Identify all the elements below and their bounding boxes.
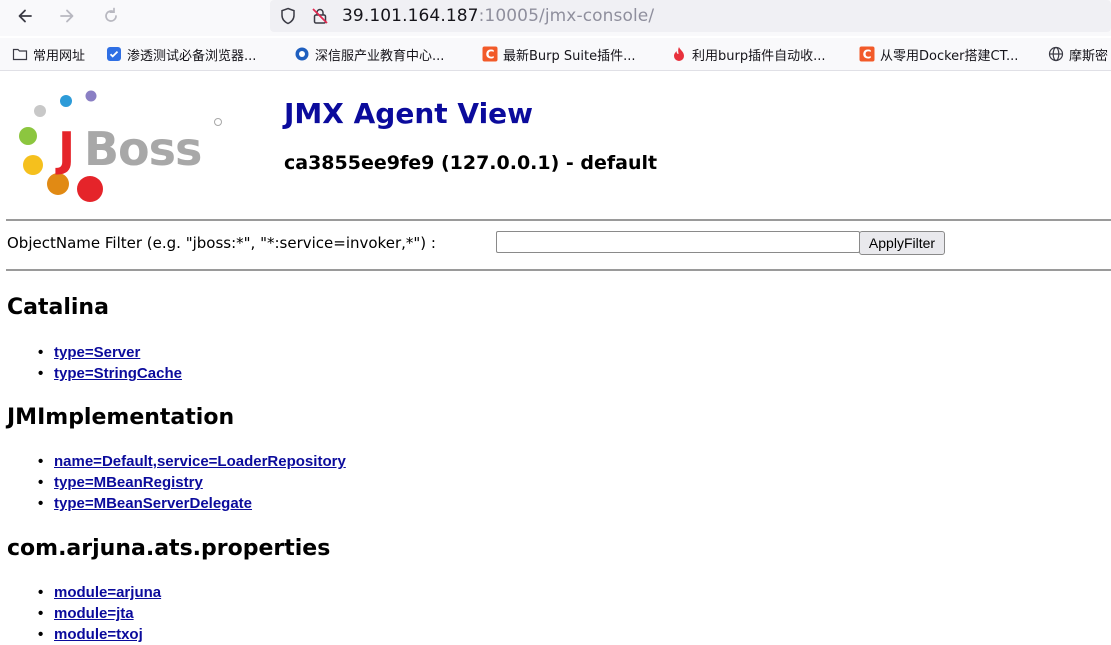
csdn-icon: C <box>482 46 498 62</box>
url-path: :10005/jmx-console/ <box>478 6 655 26</box>
jboss-logo: J Boss <box>19 90 222 202</box>
mbean-link[interactable]: module=arjuna <box>54 584 161 601</box>
insecure-lock-icon[interactable] <box>310 6 330 26</box>
page-subtitle: ca3855ee9fe9 (127.0.0.1) - default <box>284 152 658 174</box>
bookmark-burp-plugin[interactable]: C 最新Burp Suite插件... <box>482 44 652 64</box>
browser-toolbar: 39.101.164.187:10005/jmx-console/ <box>0 0 1111 36</box>
mbean-link[interactable]: type=Server <box>54 344 140 361</box>
page-title: JMX Agent View <box>284 97 534 130</box>
list-item: • type=MBeanServerDelegate <box>38 493 346 514</box>
list-item: • module=arjuna <box>38 582 161 603</box>
csdn-icon: C <box>859 46 875 62</box>
url-host: 39.101.164.187 <box>342 6 479 26</box>
bullet: • <box>38 584 44 601</box>
bullet: • <box>38 605 44 622</box>
apply-filter-button[interactable]: ApplyFilter <box>859 231 945 255</box>
bookmark-morse[interactable]: 摩斯密 <box>1048 44 1111 64</box>
svg-text:C: C <box>863 48 872 62</box>
mbean-link[interactable]: name=Default,service=LoaderRepository <box>54 453 346 470</box>
bookmark-pentest-browser[interactable]: 渗透测试必备浏览器... <box>106 44 276 64</box>
globe-icon <box>1048 46 1064 62</box>
list-item: • name=Default,service=LoaderRepository <box>38 451 346 472</box>
bookmark-sangfor-education[interactable]: 深信服产业教育中心... <box>294 44 464 64</box>
mbean-list-catalina: • type=Server • type=StringCache <box>38 342 182 384</box>
mbean-link[interactable]: type=StringCache <box>54 365 182 382</box>
objectname-filter-input[interactable] <box>496 231 860 253</box>
svg-text:Boss: Boss <box>84 122 201 176</box>
bookmarks-toolbar: 常用网址 渗透测试必备浏览器... 深信服产业教育中心... C 最新Burp … <box>0 38 1111 71</box>
folder-icon <box>12 46 28 62</box>
shield-icon[interactable] <box>278 6 298 26</box>
bullet: • <box>38 344 44 361</box>
reload-icon[interactable] <box>97 4 125 28</box>
url-bar[interactable]: 39.101.164.187:10005/jmx-console/ <box>270 0 1111 32</box>
bullet: • <box>38 626 44 643</box>
mbean-list-arjuna-properties: • module=arjuna • module=jta • module=txoj <box>38 582 161 645</box>
bookmark-label: 渗透测试必备浏览器... <box>127 48 257 64</box>
globe-icon <box>294 46 310 62</box>
domain-heading-catalina: Catalina <box>7 295 109 320</box>
divider <box>6 219 1111 221</box>
list-item: • type=Server <box>38 342 182 363</box>
mbean-link[interactable]: module=txoj <box>54 626 143 643</box>
bookmark-label: 摩斯密 <box>1069 48 1109 64</box>
mbean-link[interactable]: type=MBeanServerDelegate <box>54 495 252 512</box>
svg-text:C: C <box>486 48 495 62</box>
bullet: • <box>38 495 44 512</box>
bookmark-label: 最新Burp Suite插件... <box>503 48 636 64</box>
flame-icon <box>671 46 687 62</box>
filter-label: ObjectName Filter (e.g. "jboss:*", "*:se… <box>7 234 436 252</box>
bookmark-common-sites[interactable]: 常用网址 <box>12 44 85 64</box>
shield-check-icon <box>106 46 122 62</box>
url-text[interactable]: 39.101.164.187:10005/jmx-console/ <box>342 6 654 26</box>
forward-arrow-icon[interactable] <box>53 4 81 28</box>
domain-heading-arjuna-properties: com.arjuna.ats.properties <box>7 536 331 561</box>
mbean-link[interactable]: module=jta <box>54 605 134 622</box>
domain-heading-jmimplementation: JMImplementation <box>7 405 235 430</box>
divider <box>6 269 1111 271</box>
bookmark-label: 从零用Docker搭建CT... <box>880 48 1019 64</box>
list-item: • module=jta <box>38 603 161 624</box>
bookmark-label: 深信服产业教育中心... <box>315 48 445 64</box>
mbean-list-jmimplementation: • name=Default,service=LoaderRepository •… <box>38 451 346 514</box>
list-item: • module=txoj <box>38 624 161 645</box>
bookmark-label: 利用burp插件自动收... <box>692 48 826 64</box>
bullet: • <box>38 453 44 470</box>
bookmark-label: 常用网址 <box>33 48 86 64</box>
mbean-link[interactable]: type=MBeanRegistry <box>54 474 203 491</box>
svg-text:J: J <box>55 122 73 176</box>
bullet: • <box>38 474 44 491</box>
bookmark-docker-ctf[interactable]: C 从零用Docker搭建CT... <box>859 44 1031 64</box>
list-item: • type=StringCache <box>38 363 182 384</box>
bullet: • <box>38 365 44 382</box>
back-arrow-icon[interactable] <box>11 4 39 28</box>
bookmark-burp-auto[interactable]: 利用burp插件自动收... <box>671 44 841 64</box>
list-item: • type=MBeanRegistry <box>38 472 346 493</box>
